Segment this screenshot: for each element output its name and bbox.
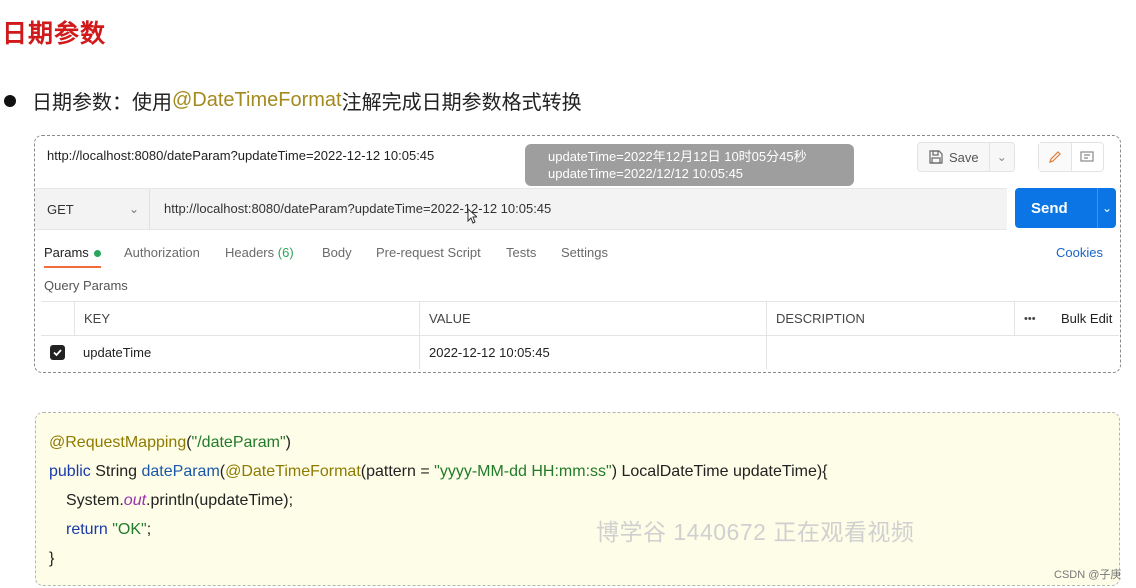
watermark-text: 博学谷 1440672 正在观看视频 [596,519,915,545]
bulk-edit-link[interactable]: Bulk Edit [1052,302,1119,335]
code-token: "OK" [112,521,147,538]
cookies-link[interactable]: Cookies [1056,245,1103,260]
status-dot-icon [93,250,101,258]
row-checkbox-cell [41,336,74,369]
param-key-cell[interactable]: updateTime [74,336,419,369]
code-token: ) LocalDateTime updateTime){ [611,463,828,480]
tooltip-line-2: updateTime=2022/12/12 10:05:45 [548,166,744,181]
check-icon [53,349,62,357]
tab-params[interactable]: Params [44,245,101,268]
tab-authorization[interactable]: Authorization [124,245,200,260]
code-line-5: } [49,550,55,567]
code-token: (pattern = [360,463,435,480]
code-token: return [66,521,108,538]
comment-icon[interactable] [1072,143,1104,171]
request-bar: GET ⌄ http://localhost:8080/dateParam?up… [35,188,1007,230]
column-header-description: DESCRIPTION [766,302,1014,335]
headers-count: (6) [277,245,294,260]
tab-headers-label: Headers [225,245,275,260]
save-button[interactable]: Save ⌄ [917,142,1015,172]
code-token: public [49,463,91,480]
column-header-value: VALUE [419,302,766,335]
header-checkbox-cell [41,302,74,335]
code-line-4: return "OK"; [66,521,151,539]
code-token: System. [66,492,124,509]
save-icon [929,150,943,164]
tab-params-label: Params [44,245,89,260]
code-line-1: @RequestMapping("/dateParam") [49,434,291,452]
send-button[interactable]: Send ⌄ [1015,188,1116,228]
tooltip-line-1: updateTime=2022年12月12日 10时05分45秒 [548,149,807,164]
tab-headers[interactable]: Headers (6) [225,245,294,260]
more-options-icon[interactable]: ••• [1014,302,1052,335]
bullet-description: 日期参数：使用 @DateTimeFormat 注解完成日期参数格式转换 [4,86,582,115]
chevron-down-icon: ⌄ [128,202,139,216]
code-token: "yyyy-MM-dd HH:mm:ss" [434,463,612,480]
code-token: ; [146,521,152,538]
method-select[interactable]: GET ⌄ [35,189,150,229]
checkbox[interactable] [50,345,65,360]
pencil-icon[interactable] [1039,143,1072,171]
params-table: KEY VALUE DESCRIPTION ••• Bulk Edit upda… [41,301,1119,369]
code-token: dateParam [141,463,220,480]
request-title[interactable]: http://localhost:8080/dateParam?updateTi… [47,148,434,163]
param-description-cell[interactable] [766,336,1119,369]
chevron-down-icon[interactable]: ⌄ [1097,188,1116,228]
code-token: "/dateParam" [191,434,286,451]
bullet-text-prefix: 日期参数：使用 [32,92,172,114]
save-label: Save [949,149,979,165]
text-cursor-icon [467,208,477,224]
method-label: GET [47,201,74,217]
param-value-cell[interactable]: 2022-12-12 10:05:45 [419,336,766,369]
code-token: ) [285,434,291,451]
tooltip-annotation: updateTime=2022年12月12日 10时05分45秒 updateT… [525,144,854,186]
tab-body[interactable]: Body [322,245,352,260]
chevron-down-icon[interactable]: ⌄ [990,150,1014,164]
bullet-text-suffix: 注解完成日期参数格式转换 [341,92,582,114]
send-label: Send [1031,199,1068,217]
edit-toolbar [1038,142,1104,172]
page-title: 日期参数 [2,20,107,48]
code-token: out [123,492,147,509]
bullet-dot-icon [4,94,16,107]
table-row: updateTime 2022-12-12 10:05:45 [41,336,1119,369]
url-input[interactable]: http://localhost:8080/dateParam?updateTi… [164,201,551,216]
query-params-label: Query Params [44,278,128,293]
code-block: @RequestMapping("/dateParam") public Str… [35,412,1120,586]
code-token: @RequestMapping [49,434,187,451]
code-token: String [90,463,142,480]
code-line-2: public String dateParam(@DateTimeFormat(… [49,463,828,481]
csdn-watermark: CSDN @子庚 [1054,569,1122,581]
tab-settings[interactable]: Settings [561,245,608,260]
code-token: .println(updateTime); [146,492,294,509]
bullet-annotation: @DateTimeFormat [172,89,342,111]
column-header-key: KEY [74,302,419,335]
code-line-3: System.out.println(updateTime); [66,492,293,510]
tab-prerequest-script[interactable]: Pre-request Script [376,245,481,260]
tab-tests[interactable]: Tests [506,245,536,260]
code-token: @DateTimeFormat [225,463,361,480]
table-header-row: KEY VALUE DESCRIPTION ••• Bulk Edit [41,302,1119,336]
